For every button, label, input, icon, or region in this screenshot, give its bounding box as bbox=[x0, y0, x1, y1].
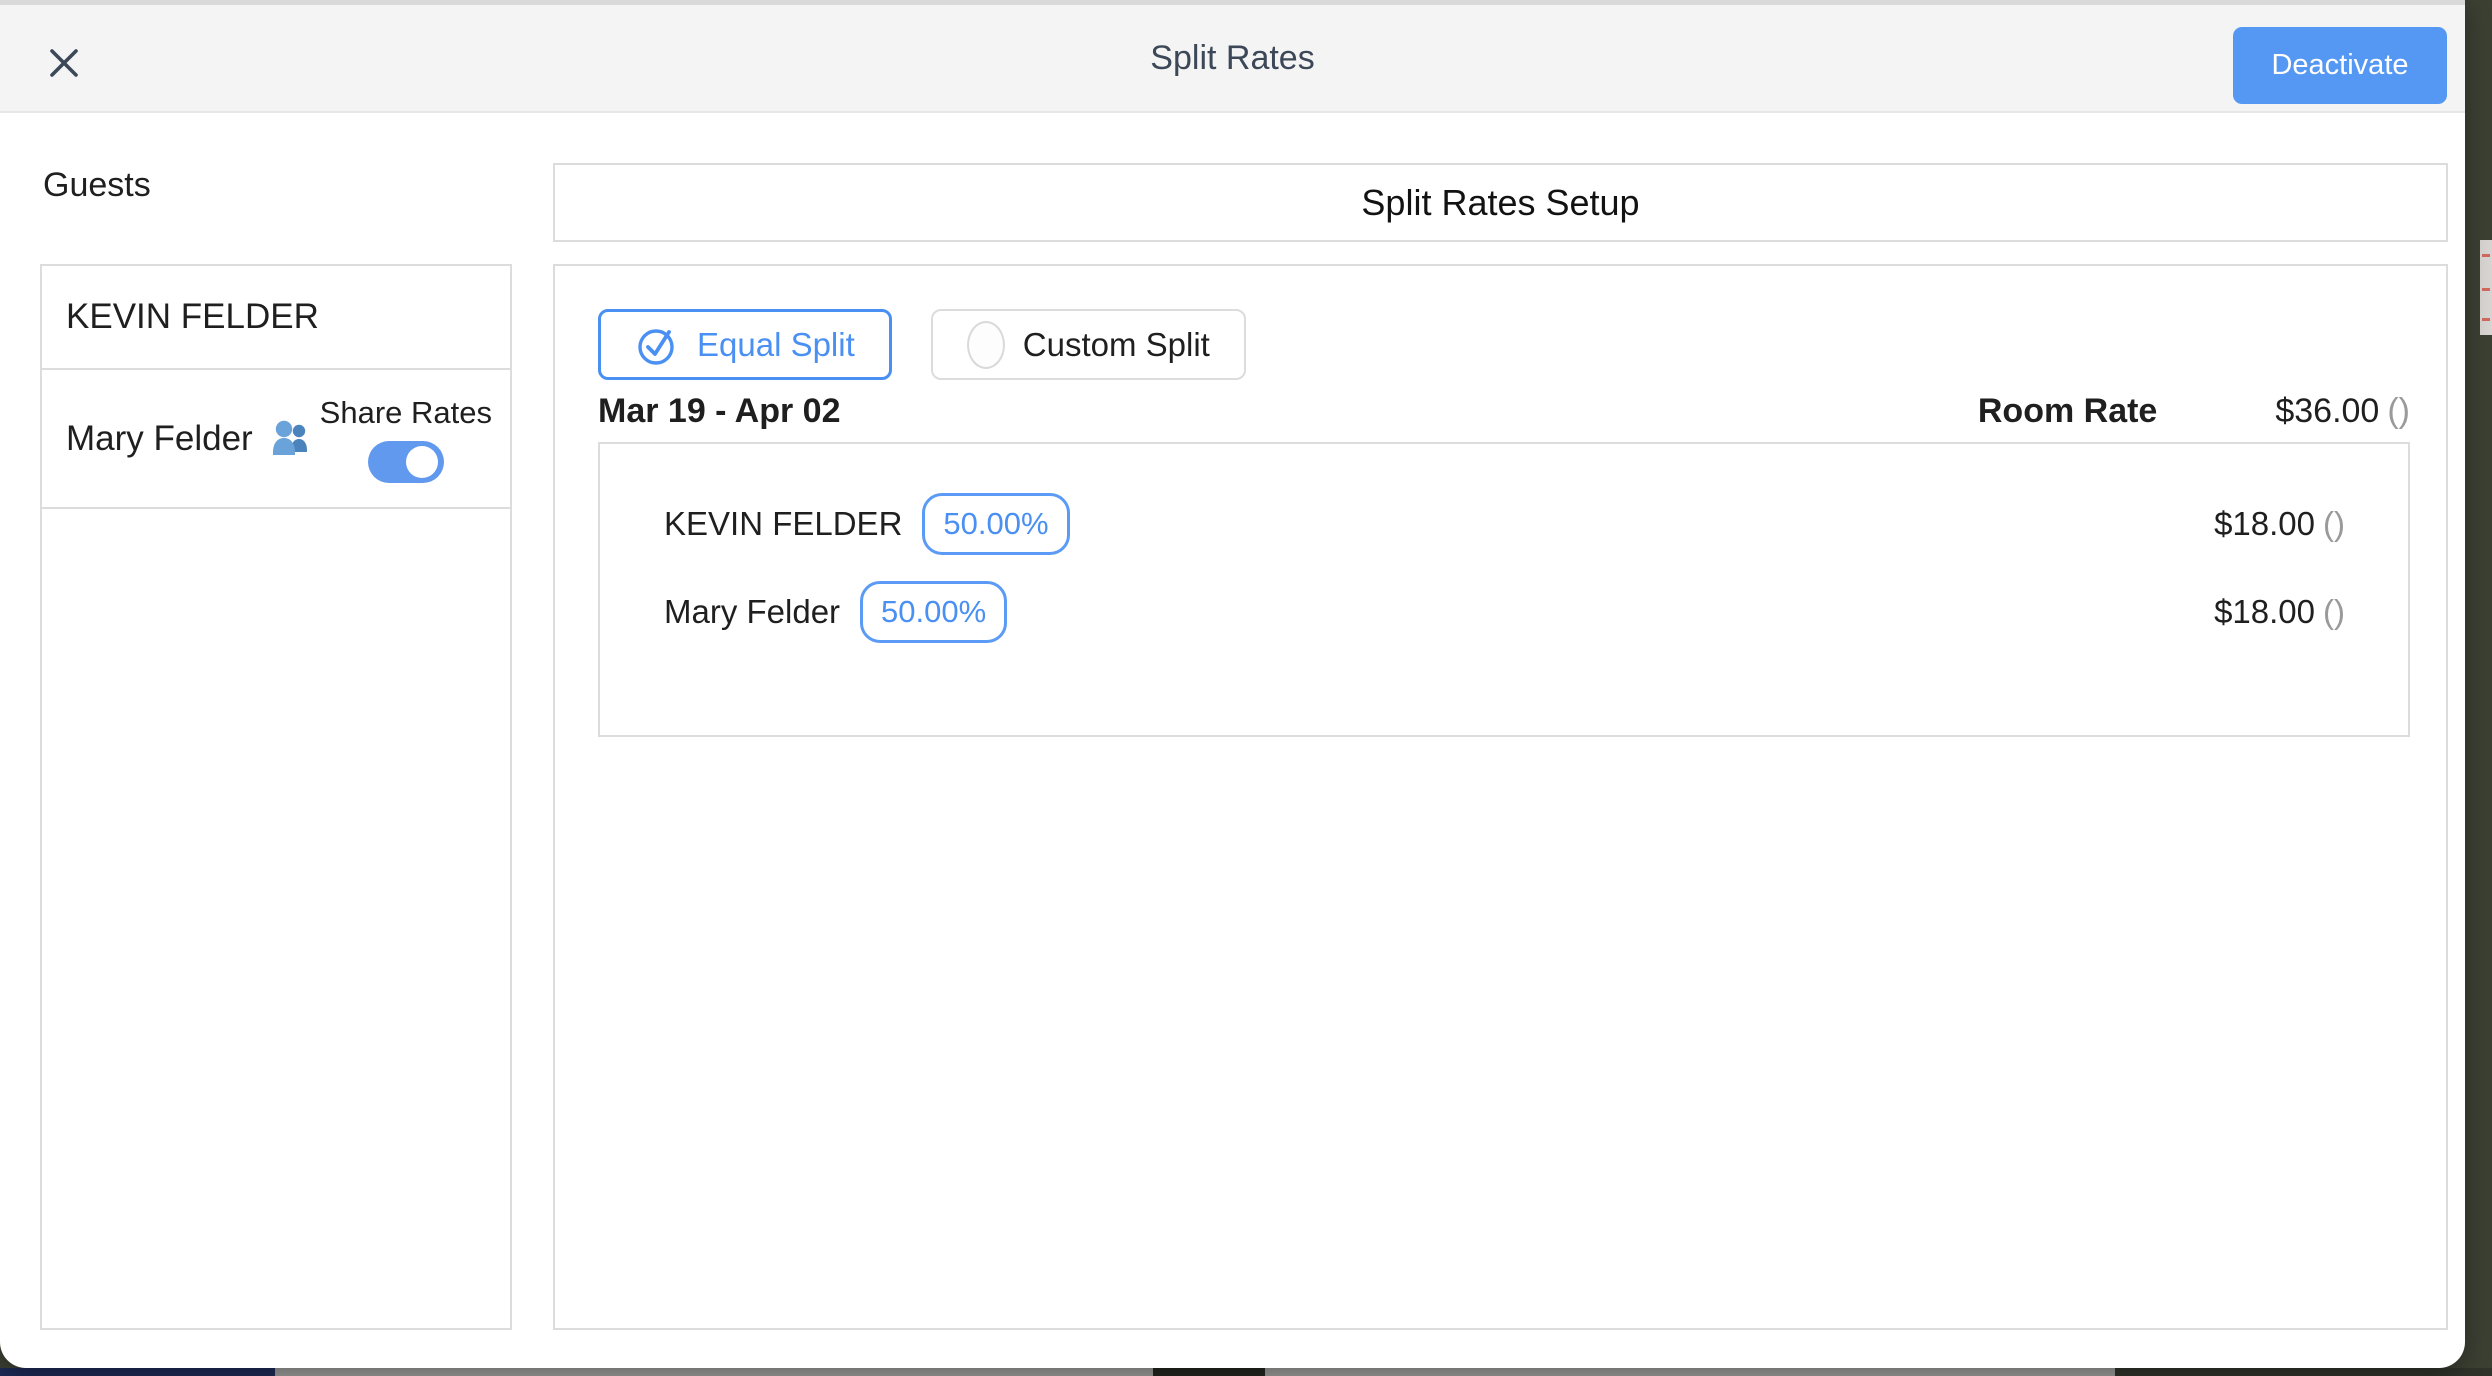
guest-row-primary[interactable]: KEVIN FELDER bbox=[42, 266, 510, 370]
split-row: Mary Felder 50.00% $18.00() bbox=[664, 568, 2345, 656]
background-segment bbox=[1153, 1368, 1265, 1376]
guest-splits-box: KEVIN FELDER 50.00% $18.00() Mary Felder… bbox=[598, 442, 2410, 737]
custom-split-label: Custom Split bbox=[1023, 326, 1210, 364]
guest-name: Mary Felder bbox=[66, 419, 253, 459]
background-page-right-edge bbox=[2465, 0, 2492, 1376]
share-rates-label: Share Rates bbox=[320, 395, 492, 431]
rate-summary-row: Mar 19 - Apr 02 Room Rate $36.00() bbox=[598, 388, 2410, 434]
shared-guests-icon bbox=[267, 420, 315, 458]
split-amount: $18.00() bbox=[2214, 505, 2345, 543]
share-rates-toggle[interactable] bbox=[368, 441, 444, 483]
setup-panel: Equal Split Custom Split Mar 19 - Apr 02… bbox=[553, 264, 2448, 1330]
split-rates-modal: Split Rates Deactivate Guests KEVIN FELD… bbox=[0, 0, 2465, 1368]
background-red-tick bbox=[2482, 288, 2490, 291]
split-amount-note: () bbox=[2323, 505, 2345, 542]
background-page-sliver bbox=[2480, 240, 2492, 335]
background-red-tick bbox=[2482, 318, 2490, 321]
background-red-tick bbox=[2482, 254, 2490, 257]
guest-list-panel: KEVIN FELDER Mary Felder Share Rates bbox=[40, 264, 512, 1330]
split-percent-field[interactable]: 50.00% bbox=[922, 493, 1069, 555]
room-rate-label: Room Rate bbox=[1978, 392, 2157, 431]
split-amount-note: () bbox=[2323, 593, 2345, 630]
toggle-knob bbox=[406, 446, 438, 478]
guests-label: Guests bbox=[43, 166, 151, 205]
deactivate-button[interactable]: Deactivate bbox=[2233, 27, 2447, 104]
equal-split-button[interactable]: Equal Split bbox=[598, 309, 892, 380]
background-segment bbox=[2115, 1368, 2492, 1376]
screen: Split Rates Deactivate Guests KEVIN FELD… bbox=[0, 0, 2492, 1376]
radio-unselected-icon bbox=[967, 321, 1005, 369]
split-amount-value: $18.00 bbox=[2214, 593, 2315, 630]
room-rate-note: () bbox=[2387, 392, 2410, 430]
split-amount: $18.00() bbox=[2214, 593, 2345, 631]
setup-title: Split Rates Setup bbox=[1361, 182, 1639, 224]
date-range: Mar 19 - Apr 02 bbox=[598, 392, 841, 431]
modal-header: Split Rates Deactivate bbox=[0, 0, 2465, 113]
primary-guest-name: KEVIN FELDER bbox=[66, 297, 319, 337]
split-guest-name: KEVIN FELDER bbox=[664, 505, 902, 543]
room-rate-value: $36.00() bbox=[2275, 392, 2410, 431]
split-row: KEVIN FELDER 50.00% $18.00() bbox=[664, 480, 2345, 568]
setup-header: Split Rates Setup bbox=[553, 163, 2448, 242]
split-percent-field[interactable]: 50.00% bbox=[860, 581, 1007, 643]
split-mode-selector: Equal Split Custom Split bbox=[598, 309, 1246, 380]
close-button[interactable] bbox=[40, 39, 88, 87]
modal-title: Split Rates bbox=[0, 5, 2465, 111]
check-circle-icon bbox=[635, 323, 679, 367]
background-page-bottom-edge bbox=[0, 1368, 2492, 1376]
guest-row[interactable]: Mary Felder Share Rates bbox=[42, 370, 510, 509]
split-amount-value: $18.00 bbox=[2214, 505, 2315, 542]
custom-split-button[interactable]: Custom Split bbox=[931, 309, 1246, 380]
room-rate-amount: $36.00 bbox=[2275, 392, 2379, 430]
background-segment bbox=[0, 1368, 275, 1376]
split-guest-name: Mary Felder bbox=[664, 593, 840, 631]
equal-split-label: Equal Split bbox=[697, 326, 855, 364]
close-icon bbox=[47, 46, 81, 80]
